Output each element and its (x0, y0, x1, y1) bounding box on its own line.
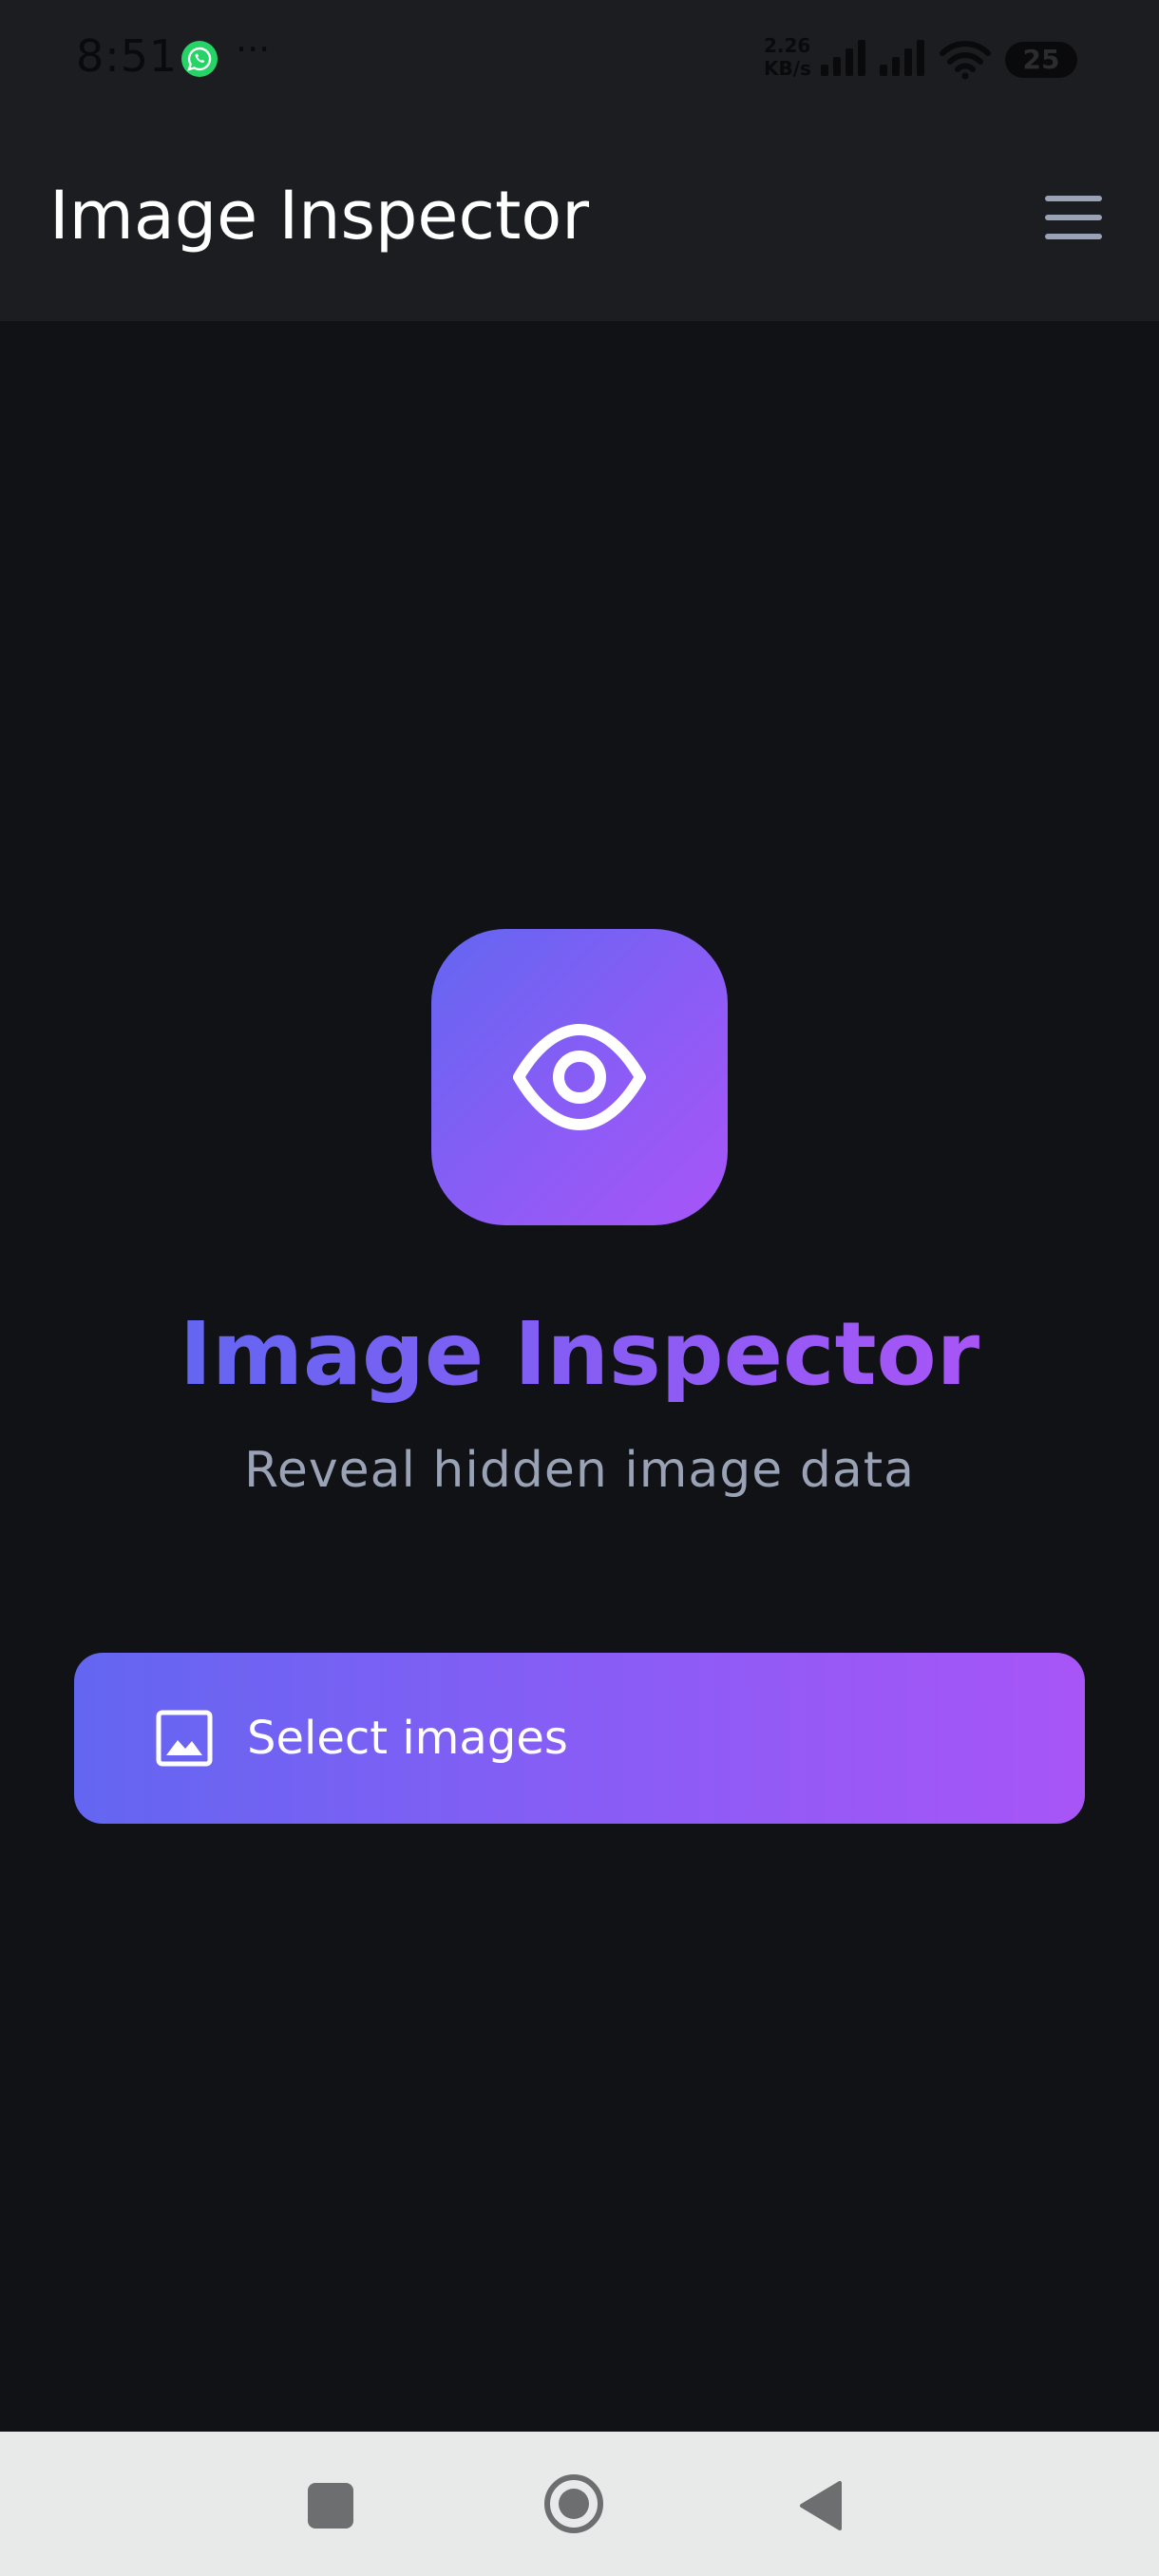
home-icon[interactable] (543, 2473, 604, 2534)
status-time: 8:51 (76, 30, 179, 82)
more-notifications-indicator: ··· (236, 28, 271, 70)
eye-icon (513, 1024, 646, 1130)
signal-icon (880, 40, 924, 76)
app-bar: Image Inspector (0, 120, 1159, 321)
system-nav-bar (0, 2432, 1159, 2576)
select-images-button[interactable]: Select images (74, 1653, 1085, 1824)
battery-icon: 25 (1005, 42, 1077, 78)
menu-line (1045, 234, 1102, 239)
network-speed-unit: KB/s (764, 57, 811, 80)
battery-level: 25 (1022, 44, 1060, 75)
signal-icon (821, 40, 865, 76)
hero-title-text: Image Inspector (179, 1303, 980, 1405)
network-speed-value: 2.26 (764, 34, 811, 57)
menu-line (1045, 196, 1102, 201)
status-bar: 8:51 ··· 2.26 KB/s 25 (0, 0, 1159, 120)
menu-line (1045, 215, 1102, 220)
recent-apps-icon[interactable] (308, 2483, 353, 2529)
network-speed: 2.26 KB/s (764, 34, 817, 80)
app-title: Image Inspector (49, 177, 589, 255)
back-icon[interactable] (796, 2479, 844, 2532)
select-images-label: Select images (247, 1712, 568, 1765)
whatsapp-icon (181, 41, 218, 77)
hero-subtitle: Reveal hidden image data (244, 1442, 915, 1499)
wifi-icon (940, 41, 991, 80)
app-logo (431, 929, 728, 1225)
hamburger-menu-icon[interactable] (1037, 196, 1110, 253)
image-icon (156, 1710, 213, 1767)
hero-title: Image Inspector (0, 1303, 1159, 1405)
